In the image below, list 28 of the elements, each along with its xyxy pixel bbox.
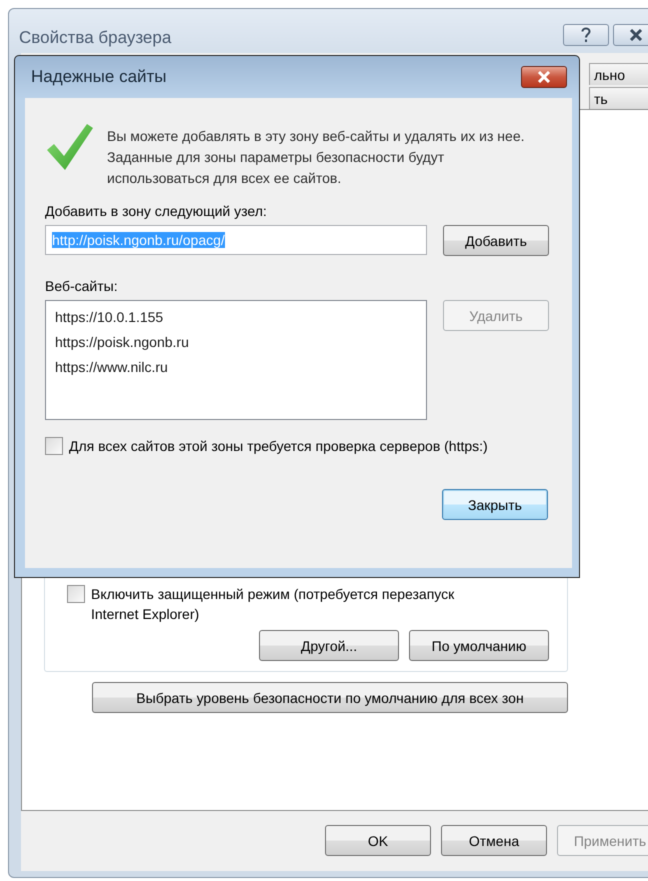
tab[interactable]: ть bbox=[589, 87, 648, 109]
help-icon bbox=[581, 27, 591, 43]
close-button[interactable] bbox=[521, 66, 567, 88]
website-item[interactable]: https://www.nilc.ru bbox=[55, 355, 426, 380]
dialog-title: Надежные сайты bbox=[31, 67, 167, 87]
dialog-button[interactable]: OK bbox=[325, 825, 431, 856]
dialog-button[interactable]: Отмена bbox=[441, 825, 547, 856]
tab[interactable]: льно bbox=[589, 63, 648, 85]
description-text: Вы можете добавлять в эту зону веб-сайты и удалять их из нее. Заданные для зоны параметры безопасности будут использоваться для всех ее сайтов. bbox=[107, 127, 526, 188]
close-icon bbox=[629, 29, 643, 41]
panel-button[interactable]: Другой... bbox=[259, 630, 399, 661]
reset-zones-button[interactable]: Выбрать уровень безопасности по умолчанию для всех зон bbox=[92, 682, 568, 713]
checkbox-label: Для всех сайтов этой зоны требуется проверка серверов (https:) bbox=[69, 437, 488, 456]
panel-button[interactable]: По умолчанию bbox=[409, 630, 549, 661]
add-button[interactable]: Добавить bbox=[443, 225, 549, 256]
window-title: Свойства браузера bbox=[19, 28, 172, 48]
checkbox-label: Включить защищенный режим (потребуется перезапуск Internet Explorer) bbox=[91, 585, 456, 624]
close-icon bbox=[537, 71, 551, 83]
close-dialog-button[interactable]: Закрыть bbox=[442, 489, 548, 520]
add-site-label: Добавить в зону следующий узел: bbox=[45, 203, 268, 219]
website-item[interactable]: https://10.0.1.155 bbox=[55, 305, 426, 330]
website-item[interactable]: https://poisk.ngonb.ru bbox=[55, 330, 426, 355]
checkbox[interactable] bbox=[67, 585, 85, 603]
checkbox[interactable] bbox=[45, 437, 63, 455]
close-button[interactable] bbox=[613, 24, 648, 46]
checkmark-icon bbox=[45, 122, 95, 172]
help-button[interactable] bbox=[563, 24, 609, 46]
websites-label: Веб-сайты: bbox=[45, 278, 119, 294]
